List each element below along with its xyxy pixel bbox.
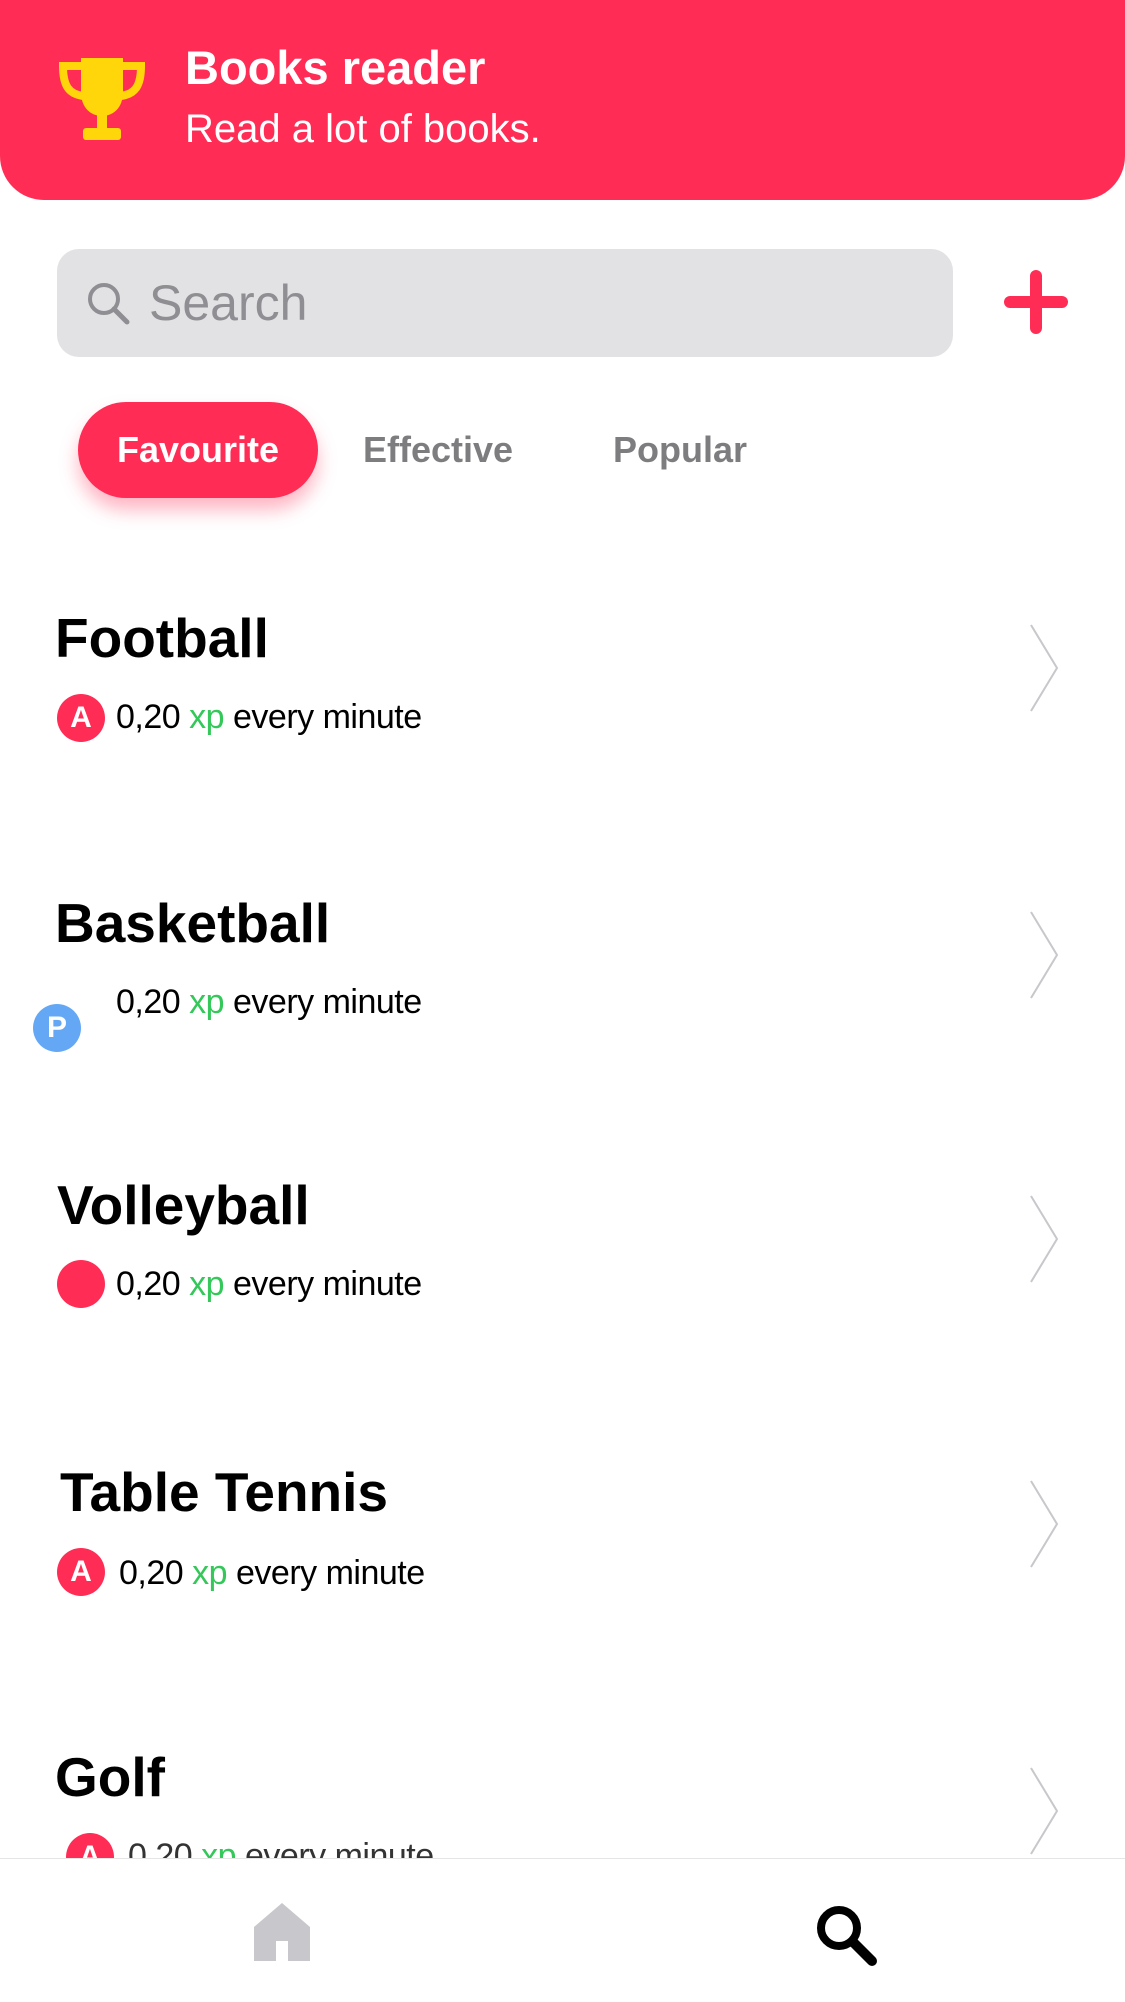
activity-badge: P xyxy=(33,1004,81,1052)
activity-badge: A xyxy=(57,1548,105,1596)
item-title: Volleyball xyxy=(57,1174,310,1236)
tab-bar xyxy=(0,1858,1125,2002)
trophy-icon xyxy=(58,58,146,140)
rate-text: 0,20 xp every minute xyxy=(116,698,422,737)
list-item-football[interactable]: Football A 0,20 xp every minute xyxy=(0,606,1125,846)
rate-unit: xp xyxy=(189,698,225,736)
search-bar[interactable] xyxy=(57,249,953,357)
activity-badge: A xyxy=(57,694,105,742)
rate-amount: 0,20 xyxy=(116,698,181,736)
rate-period: every minute xyxy=(233,698,422,736)
chevron-right-icon xyxy=(1030,624,1059,712)
rate-text: 0,20 xp every minute xyxy=(116,983,422,1022)
chevron-right-icon xyxy=(1030,1195,1059,1283)
item-title: Basketball xyxy=(55,892,331,954)
chevron-right-icon xyxy=(1030,911,1059,999)
item-title: Table Tennis xyxy=(60,1461,389,1523)
activity-badge xyxy=(57,1260,105,1308)
add-button[interactable] xyxy=(1000,266,1072,338)
rate-text: 0,20 xp every minute xyxy=(119,1554,425,1593)
list-item-volleyball[interactable]: Volleyball 0,20 xp every minute xyxy=(0,1173,1125,1413)
search-tab-icon[interactable] xyxy=(812,1901,878,1967)
rate-unit: xp xyxy=(192,1554,228,1592)
rate-unit: xp xyxy=(189,1265,225,1303)
list-item-basketball[interactable]: Basketball P 0,20 xp every minute xyxy=(0,891,1125,1131)
search-input[interactable] xyxy=(149,249,929,357)
rate-amount: 0,20 xyxy=(116,1265,181,1303)
tab-effective[interactable]: Effective xyxy=(350,402,526,498)
list-item-table-tennis[interactable]: Table Tennis A 0,20 xp every minute xyxy=(0,1460,1125,1700)
chevron-right-icon xyxy=(1030,1480,1059,1568)
tab-favourite[interactable]: Favourite xyxy=(78,402,318,498)
tab-popular[interactable]: Popular xyxy=(590,402,770,498)
header-title: Books reader xyxy=(185,41,486,94)
header-subtitle: Read a lot of books. xyxy=(185,107,541,151)
rate-unit: xp xyxy=(189,983,225,1021)
item-title: Football xyxy=(55,607,269,669)
rate-period: every minute xyxy=(233,1265,422,1303)
rate-amount: 0,20 xyxy=(116,983,181,1021)
search-icon xyxy=(88,283,130,325)
rate-text: 0,20 xp every minute xyxy=(116,1265,422,1304)
rate-amount: 0,20 xyxy=(119,1554,184,1592)
plus-icon xyxy=(1004,270,1068,334)
item-title: Golf xyxy=(55,1746,165,1808)
home-icon[interactable] xyxy=(252,1901,312,1963)
rate-period: every minute xyxy=(233,983,422,1021)
rate-period: every minute xyxy=(236,1554,425,1592)
chevron-right-icon xyxy=(1030,1767,1059,1855)
header-banner: Books reader Read a lot of books. xyxy=(0,0,1125,200)
